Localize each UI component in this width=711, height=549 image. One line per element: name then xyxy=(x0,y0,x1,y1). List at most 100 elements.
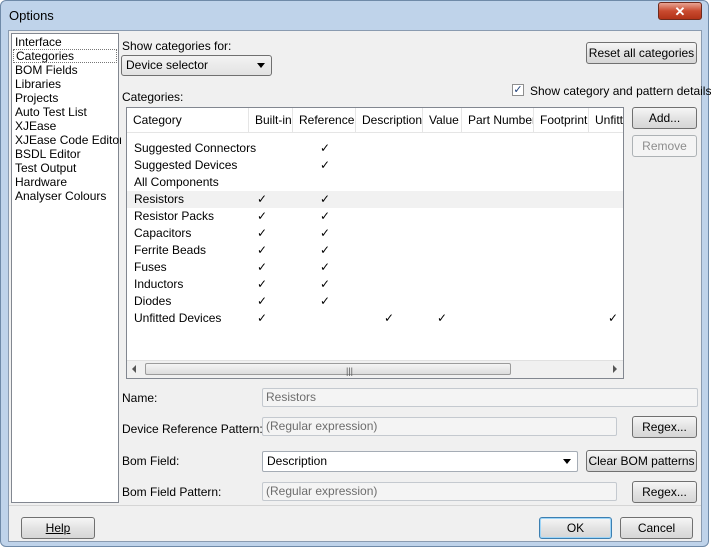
help-button[interactable]: Help xyxy=(21,517,95,539)
name-label: Name: xyxy=(122,391,158,405)
row-category-name: Ferrite Beads xyxy=(134,243,207,257)
row-builtin-check-icon: ✓ xyxy=(257,192,268,206)
row-value-check-icon: ✓ xyxy=(437,311,448,325)
row-category-name: Resistors xyxy=(134,192,185,206)
close-icon[interactable]: ✕ xyxy=(675,4,686,19)
col-footprint[interactable]: Footprint xyxy=(534,108,589,132)
cancel-button[interactable]: Cancel xyxy=(620,517,693,539)
options-nav-list[interactable]: Interface Categories BOM Fields Librarie… xyxy=(11,33,123,503)
show-details-checkbox[interactable]: ✓ xyxy=(512,84,524,96)
col-category[interactable]: Category xyxy=(127,108,249,132)
nav-item-auto-test-list[interactable]: Auto Test List xyxy=(12,105,118,119)
ref-regex-button[interactable]: Regex... xyxy=(632,416,697,438)
col-part-number[interactable]: Part Number xyxy=(462,108,534,132)
remove-category-button[interactable]: Remove xyxy=(632,135,697,157)
scroll-left-icon[interactable] xyxy=(132,365,136,373)
table-row[interactable]: Capacitors ✓ ✓ xyxy=(127,225,623,242)
show-categories-value: Device selector xyxy=(126,58,209,72)
col-value[interactable]: Value xyxy=(423,108,462,132)
chevron-down-icon xyxy=(563,459,571,464)
col-built-in[interactable]: Built-in xyxy=(249,108,293,132)
row-reference-check-icon: ✓ xyxy=(320,226,331,240)
table-row[interactable]: Suggested Connectors ✓ xyxy=(127,140,623,157)
col-unfitted[interactable]: Unfitted xyxy=(589,108,623,132)
row-builtin-check-icon: ✓ xyxy=(257,277,268,291)
close-button[interactable]: ✕ xyxy=(658,2,702,20)
window-title: Options xyxy=(9,8,54,23)
scroll-thumb[interactable]: ||| xyxy=(145,363,511,376)
row-builtin-check-icon: ✓ xyxy=(257,226,268,240)
categories-list[interactable]: Category Built-in Reference Description … xyxy=(126,107,624,379)
row-builtin-check-icon: ✓ xyxy=(257,260,268,274)
nav-item-test-output[interactable]: Test Output xyxy=(12,161,118,175)
nav-item-xjease-code-editor[interactable]: XJEase Code Editor xyxy=(12,133,123,147)
nav-item-projects[interactable]: Projects xyxy=(12,91,118,105)
show-categories-label: Show categories for: xyxy=(122,39,232,53)
bom-field-label: Bom Field: xyxy=(122,454,180,468)
categories-label: Categories: xyxy=(122,90,184,104)
scroll-right-icon[interactable] xyxy=(613,365,617,373)
table-row[interactable]: Resistors ✓ ✓ xyxy=(127,191,623,208)
row-category-name: Suggested Devices xyxy=(134,158,238,172)
reset-all-categories-button[interactable]: Reset all categories xyxy=(586,42,697,64)
table-row[interactable]: Diodes ✓ ✓ xyxy=(127,293,623,310)
row-builtin-check-icon: ✓ xyxy=(257,209,268,223)
ref-pattern-field[interactable]: (Regular expression) xyxy=(262,417,617,436)
row-reference-check-icon: ✓ xyxy=(320,192,331,206)
table-row[interactable]: Suggested Devices ✓ xyxy=(127,157,623,174)
row-reference-check-icon: ✓ xyxy=(320,260,331,274)
table-row[interactable]: Inductors ✓ ✓ xyxy=(127,276,623,293)
nav-item-bom-fields[interactable]: BOM Fields xyxy=(12,63,118,77)
nav-item-interface[interactable]: Interface xyxy=(12,35,118,49)
bom-field-select[interactable]: Description xyxy=(262,451,578,472)
dialog-footer: Help OK Cancel xyxy=(9,505,701,542)
title-bar: Options ✕ xyxy=(1,1,708,29)
row-reference-check-icon: ✓ xyxy=(320,141,331,155)
bom-pattern-field[interactable]: (Regular expression) xyxy=(262,482,617,501)
chevron-down-icon xyxy=(257,63,265,68)
nav-item-bsdl-editor[interactable]: BSDL Editor xyxy=(12,147,118,161)
add-category-button[interactable]: Add... xyxy=(632,107,697,129)
nav-item-hardware[interactable]: Hardware xyxy=(12,175,118,189)
table-row[interactable]: Resistor Packs ✓ ✓ xyxy=(127,208,623,225)
name-field[interactable]: Resistors xyxy=(262,388,698,407)
col-reference[interactable]: Reference xyxy=(293,108,356,132)
horizontal-scrollbar[interactable]: ||| xyxy=(127,360,623,378)
ok-button[interactable]: OK xyxy=(539,517,612,539)
row-category-name: Resistor Packs xyxy=(134,209,215,223)
row-reference-check-icon: ✓ xyxy=(320,209,331,223)
row-description-check-icon: ✓ xyxy=(384,311,395,325)
nav-item-analyser-colours[interactable]: Analyser Colours xyxy=(12,189,118,203)
dialog-client: Interface Categories BOM Fields Librarie… xyxy=(8,30,711,542)
grip-icon: ||| xyxy=(346,366,354,376)
row-builtin-check-icon: ✓ xyxy=(257,243,268,257)
row-category-name: Unfitted Devices xyxy=(134,311,222,325)
table-row[interactable]: Fuses ✓ ✓ xyxy=(127,259,623,276)
row-reference-check-icon: ✓ xyxy=(320,243,331,257)
table-row[interactable]: All Components xyxy=(127,174,623,191)
clear-bom-patterns-button[interactable]: Clear BOM patterns xyxy=(586,450,697,472)
row-category-name: All Components xyxy=(134,175,219,189)
row-builtin-check-icon: ✓ xyxy=(257,311,268,325)
row-category-name: Suggested Connectors xyxy=(134,141,257,155)
row-category-name: Diodes xyxy=(134,294,172,308)
row-reference-check-icon: ✓ xyxy=(320,158,331,172)
table-row[interactable]: Ferrite Beads ✓ ✓ xyxy=(127,242,623,259)
row-category-name: Inductors xyxy=(134,277,184,291)
nav-item-xjease[interactable]: XJEase xyxy=(12,119,118,133)
row-reference-check-icon: ✓ xyxy=(320,277,331,291)
bom-regex-button[interactable]: Regex... xyxy=(632,481,697,503)
nav-item-libraries[interactable]: Libraries xyxy=(12,77,118,91)
col-description[interactable]: Description xyxy=(356,108,423,132)
nav-item-categories[interactable]: Categories xyxy=(13,49,117,63)
show-details-label: Show category and pattern details xyxy=(530,84,711,98)
show-categories-select[interactable]: Device selector xyxy=(121,55,272,76)
categories-panel: Show categories for: Device selector Res… xyxy=(121,33,711,503)
row-category-name: Capacitors xyxy=(134,226,192,240)
row-reference-check-icon: ✓ xyxy=(320,294,331,308)
row-unfitted-check-icon: ✓ xyxy=(608,311,619,325)
bom-field-value: Description xyxy=(267,454,328,468)
table-row[interactable]: Unfitted Devices ✓ ✓ ✓ ✓ xyxy=(127,310,623,327)
list-header: Category Built-in Reference Description … xyxy=(127,108,623,133)
row-builtin-check-icon: ✓ xyxy=(257,294,268,308)
